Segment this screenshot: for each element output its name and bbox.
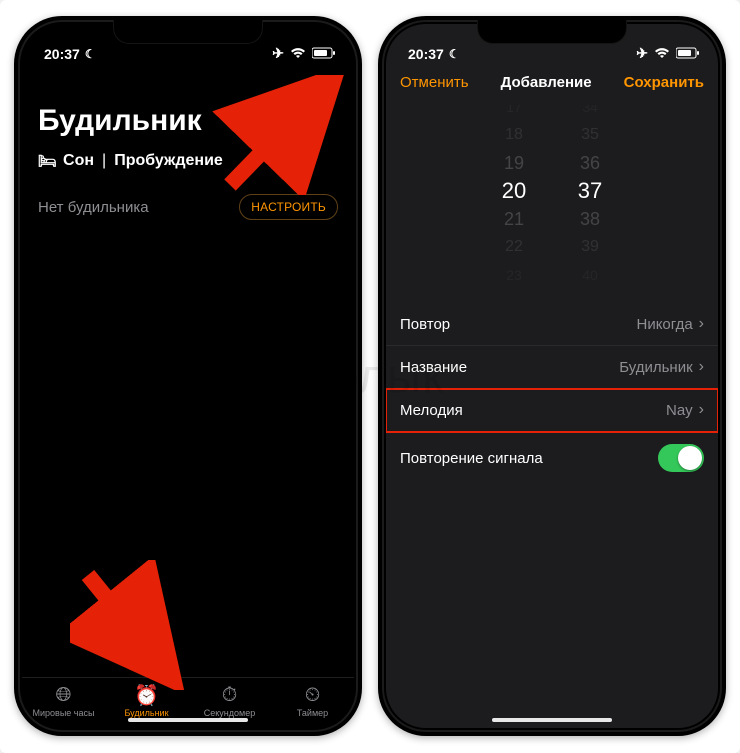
notch [477,20,627,44]
page-title: Будильник [38,104,338,138]
chevron-right-icon: › [699,401,704,419]
row-sound[interactable]: Мелодия Nay › [386,389,718,432]
row-label: Мелодия [400,402,463,419]
globe-icon: 🌐︎ [56,684,72,706]
row-repeat[interactable]: Повтор Никогда › [386,303,718,346]
picker-value: 34 [570,105,610,121]
time-picker[interactable]: 17 18 19 20 21 22 23 34 35 36 37 38 39 4… [406,105,698,285]
do-not-disturb-icon: ☾ [85,47,96,61]
save-button[interactable]: Сохранить [624,74,704,91]
screen-add-alarm: 20:37 ☾ ✈︎ Отменить Добавление Сохранить [386,24,718,728]
snooze-toggle[interactable] [658,444,704,472]
tab-alarm[interactable]: ⏰ Будильник [105,684,188,718]
airplane-icon: ✈︎ [272,45,284,62]
wifi-icon [654,46,670,62]
row-label: Название [400,359,467,376]
tab-world-clock[interactable]: 🌐︎ Мировые часы [22,684,105,718]
picker-value: 19 [494,149,534,177]
phone-right: 20:37 ☾ ✈︎ Отменить Добавление Сохранить [378,16,726,736]
stopwatch-icon: ⏱︎ [222,684,238,706]
settings-list: Повтор Никогда › Название Будильник › Ме… [386,303,718,484]
nav-bar: Отменить Добавление Сохранить [386,64,718,103]
picker-value: 38 [570,205,610,233]
phone-left: 20:37 ☾ ✈︎ ＋ Будильник 🛏︎ Сон | Пробужде… [14,16,362,736]
tab-label: Секундомер [204,708,255,718]
battery-icon [676,46,700,62]
picker-value-selected: 37 [570,177,610,205]
picker-value: 18 [494,121,534,149]
picker-value: 21 [494,205,534,233]
bed-icon: 🛏︎ [38,152,57,170]
row-label: Повтор [400,316,450,333]
hour-column[interactable]: 17 18 19 20 21 22 23 [494,105,534,285]
status-time: 20:37 [408,46,444,62]
tab-label: Будильник [124,708,168,718]
tab-timer[interactable]: ⏲︎ Таймер [271,684,354,718]
picker-value: 40 [570,261,610,285]
row-snooze: Повторение сигнала [386,432,718,484]
chevron-right-icon: › [699,358,704,376]
picker-value: 35 [570,121,610,149]
tab-stopwatch[interactable]: ⏱︎ Секундомер [188,684,271,718]
row-value: Никогда [636,316,692,333]
picker-value: 22 [494,233,534,261]
battery-icon [312,46,336,62]
row-label: Повторение сигнала [400,450,543,467]
wifi-icon [290,46,306,62]
tab-label: Таймер [297,708,328,718]
no-alarm-text: Нет будильника [38,199,149,216]
alarm-clock-icon: ⏰ [134,684,159,706]
picker-value: 17 [494,105,534,121]
row-value: Будильник [619,359,692,376]
row-name[interactable]: Название Будильник › [386,346,718,389]
add-alarm-button[interactable]: ＋ [312,74,338,100]
tab-label: Мировые часы [33,708,95,718]
nav-title: Добавление [501,74,592,91]
chevron-right-icon: › [699,315,704,333]
picker-value: 23 [494,261,534,285]
no-alarm-row: Нет будильника НАСТРОИТЬ [22,180,354,234]
row-value: Nay [666,402,693,419]
minute-column[interactable]: 34 35 36 37 38 39 40 [570,105,610,285]
sleep-label: Сон [63,152,94,170]
sleep-wake-header: 🛏︎ Сон | Пробуждение [38,152,338,170]
cancel-button[interactable]: Отменить [400,74,469,91]
timer-icon: ⏲︎ [305,684,321,706]
setup-button[interactable]: НАСТРОИТЬ [239,194,338,220]
picker-value-selected: 20 [494,177,534,205]
home-indicator[interactable] [128,718,248,722]
airplane-icon: ✈︎ [636,45,648,62]
screen-alarm-list: 20:37 ☾ ✈︎ ＋ Будильник 🛏︎ Сон | Пробужде… [22,24,354,728]
wake-label: Пробуждение [114,152,223,170]
picker-value: 36 [570,149,610,177]
notch [113,20,263,44]
picker-value: 39 [570,233,610,261]
home-indicator[interactable] [492,718,612,722]
do-not-disturb-icon: ☾ [449,47,460,61]
status-time: 20:37 [44,46,80,62]
